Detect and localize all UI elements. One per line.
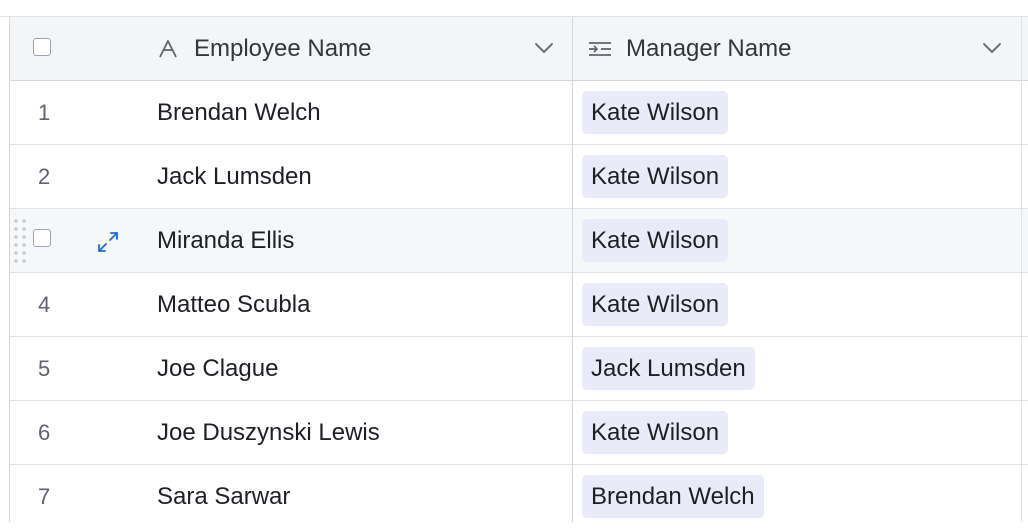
link-field-icon <box>589 42 611 56</box>
row-number: 1 <box>38 100 51 125</box>
expand-record-icon[interactable] <box>95 229 121 255</box>
row-checkbox[interactable] <box>33 229 51 247</box>
row-number: 2 <box>38 164 51 189</box>
table-row[interactable]: 6 Joe Duszynski Lewis Kate Wilson <box>10 401 1028 465</box>
table-row[interactable]: Miranda Ellis Kate Wilson <box>10 209 1028 273</box>
column-label-manager: Manager Name <box>626 34 792 62</box>
manager-chip[interactable]: Kate Wilson <box>582 219 729 262</box>
table-row[interactable]: 4 Matteo Scubla Kate Wilson <box>10 273 1028 337</box>
select-all-checkbox[interactable] <box>33 38 51 56</box>
table-row[interactable]: 1 Brendan Welch Kate Wilson <box>10 81 1028 145</box>
column-divider[interactable] <box>572 17 573 522</box>
column-label-employee: Employee Name <box>194 34 372 62</box>
chevron-down-icon[interactable] <box>982 42 1002 54</box>
employee-name-cell[interactable]: Jack Lumsden <box>157 145 312 208</box>
employee-name-cell[interactable]: Joe Clague <box>157 337 278 400</box>
grid-left-border <box>9 17 10 522</box>
employee-name-cell[interactable]: Joe Duszynski Lewis <box>157 401 380 464</box>
manager-chip[interactable]: Jack Lumsden <box>582 347 755 390</box>
table-row[interactable]: 7 Sara Sarwar Brendan Welch <box>10 465 1028 528</box>
drag-handle-icon[interactable] <box>13 215 27 267</box>
employee-name-cell[interactable]: Sara Sarwar <box>157 465 290 528</box>
data-grid: Employee Name Manager Name 1 Brendan Wel… <box>0 0 1028 528</box>
row-number: 7 <box>38 484 51 509</box>
manager-chip[interactable]: Brendan Welch <box>582 475 764 518</box>
text-field-icon <box>159 40 177 58</box>
manager-chip[interactable]: Kate Wilson <box>582 411 729 454</box>
table-row[interactable]: 2 Jack Lumsden Kate Wilson <box>10 145 1028 209</box>
employee-name-cell[interactable]: Brendan Welch <box>157 81 321 144</box>
column-divider[interactable] <box>1021 17 1022 522</box>
row-number: 5 <box>38 356 51 381</box>
employee-name-cell[interactable]: Miranda Ellis <box>157 209 294 272</box>
employee-name-cell[interactable]: Matteo Scubla <box>157 273 310 336</box>
row-number: 4 <box>38 292 51 317</box>
manager-chip[interactable]: Kate Wilson <box>582 91 729 134</box>
manager-chip[interactable]: Kate Wilson <box>582 155 729 198</box>
chevron-down-icon[interactable] <box>534 42 554 54</box>
manager-chip[interactable]: Kate Wilson <box>582 283 729 326</box>
row-number: 6 <box>38 420 51 445</box>
table-row[interactable]: 5 Joe Clague Jack Lumsden <box>10 337 1028 401</box>
column-header-employee[interactable]: Employee Name <box>158 17 371 80</box>
column-header-manager[interactable]: Manager Name <box>588 17 791 80</box>
